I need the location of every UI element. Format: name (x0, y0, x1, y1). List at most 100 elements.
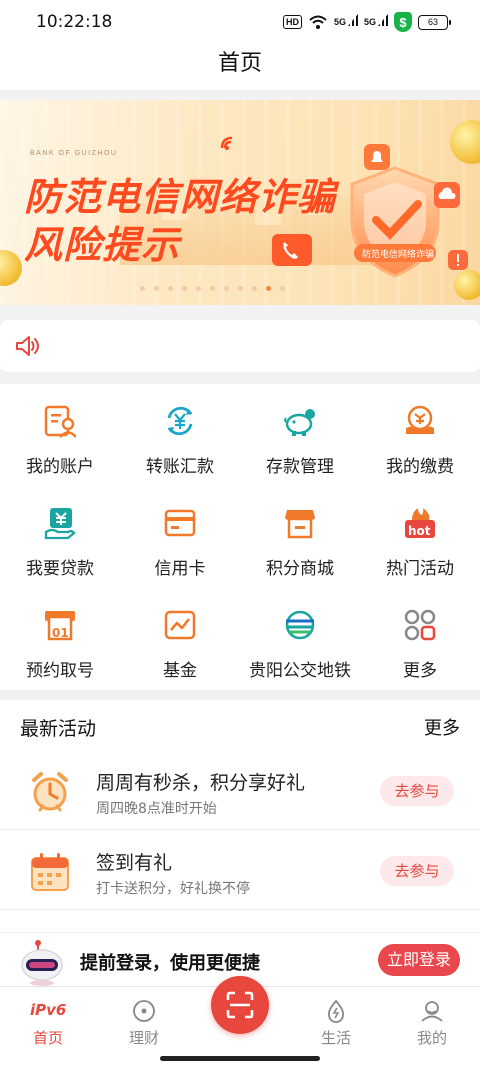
shield-ribbon-text: 防范电信网络诈骗 (362, 250, 435, 260)
profile-icon (421, 1001, 443, 1022)
more-grid-icon (404, 609, 436, 641)
pagination-dot[interactable] (224, 286, 229, 291)
pagination-dot[interactable] (140, 286, 145, 291)
coin-icon (454, 270, 480, 300)
transfer-icon (167, 406, 193, 436)
service-guiyang-transit[interactable]: 贵阳公交地铁 (240, 588, 360, 690)
pagination-dot[interactable] (238, 286, 243, 291)
page-title: 首页 (0, 44, 480, 90)
calendar-icon (31, 853, 69, 891)
pagination-dot[interactable] (168, 286, 173, 291)
service-hot-activities[interactable]: hot 热门活动 (360, 486, 480, 588)
service-my-payment[interactable]: 我的缴费 (360, 384, 480, 486)
banner-subheadline: 风险提示 (24, 223, 181, 267)
account-icon (44, 405, 76, 438)
life-icon (327, 999, 345, 1023)
activity-title: 周周有秒杀，积分享好礼 (96, 772, 306, 794)
service-deposit[interactable]: 存款管理 (240, 384, 360, 486)
status-bar: 10:22:18 HD 5G 5G $ 63 (0, 0, 480, 44)
join-activity-button[interactable]: 去参与 (380, 856, 454, 886)
activity-subtitle: 周四晚8点准时开始 (96, 801, 217, 817)
activity-subtitle: 打卡送积分，好礼换不停 (96, 881, 250, 897)
service-credit-card[interactable]: 信用卡 (120, 486, 240, 588)
section-title: 最新活动 (20, 718, 97, 740)
activity-item[interactable]: 签到有礼 打卡送积分，好礼换不停 去参与 (0, 830, 480, 910)
scan-button[interactable] (211, 976, 269, 1034)
tab-label: 生活 (320, 1029, 351, 1047)
service-fund[interactable]: 基金 (120, 588, 240, 690)
pagination-dot[interactable] (266, 286, 271, 291)
service-loan[interactable]: 我要贷款 (0, 486, 120, 588)
loan-icon (44, 508, 76, 540)
robot-mascot-icon[interactable] (18, 935, 70, 987)
service-label: 我的账户 (26, 457, 94, 477)
payment-icon (406, 405, 434, 434)
battery-icon: 63 (418, 14, 451, 30)
tab-label: 我的 (416, 1029, 447, 1047)
activity-title: 签到有礼 (96, 852, 173, 874)
wifi-icon (309, 15, 327, 29)
signal-5g-icon-1: 5G (334, 17, 358, 27)
pagination-dot[interactable] (280, 286, 285, 291)
pagination-dot[interactable] (182, 286, 187, 291)
pagination-dot[interactable] (252, 286, 257, 291)
banner-bank-name: BANK OF GUIZHOU (30, 150, 118, 157)
activities-more-link[interactable]: 更多 (424, 714, 460, 740)
promo-banner[interactable]: BANK OF GUIZHOU 防范电信网络诈骗 风险提示 防范电信网络诈骗 (0, 100, 480, 305)
service-label: 热门活动 (386, 559, 454, 579)
alarm-clock-icon (32, 772, 68, 812)
system-home-bar (0, 1050, 480, 1072)
service-label: 信用卡 (154, 559, 206, 579)
activity-item[interactable]: 周周有秒杀，积分享好礼 周四晚8点准时开始 去参与 (0, 750, 480, 830)
login-now-button[interactable]: 立即登录 (378, 944, 460, 976)
login-prompt-text: 提前登录，使用更便捷 (80, 953, 260, 974)
service-transfer[interactable]: 转账汇款 (120, 384, 240, 486)
pagination-dot[interactable] (196, 286, 201, 291)
tab-label: 理财 (128, 1029, 159, 1047)
scan-icon (226, 991, 254, 1019)
join-activity-button[interactable]: 去参与 (380, 776, 454, 806)
service-more[interactable]: 更多 (360, 588, 480, 690)
notice-bar[interactable] (0, 320, 480, 372)
service-label: 积分商城 (266, 559, 334, 579)
hd-icon: HD (282, 15, 302, 29)
tab-label: 首页 (32, 1029, 63, 1047)
status-time: 10:22:18 (36, 12, 113, 32)
wifi-signal-icon (220, 136, 233, 150)
banner-pagination (140, 286, 285, 291)
metro-icon (285, 610, 315, 640)
service-label: 更多 (403, 661, 437, 681)
hot-badge-text: hot (408, 524, 431, 538)
service-label: 转账汇款 (146, 457, 214, 477)
piggy-bank-icon (284, 409, 315, 436)
service-label: 贵阳公交地铁 (249, 661, 351, 681)
ipv6-home-icon: iPv6 (30, 1001, 67, 1019)
tab-life[interactable]: 生活 (288, 987, 384, 1051)
home-indicator[interactable] (160, 1056, 320, 1061)
banner-headline: 防范电信网络诈骗 (24, 175, 337, 219)
service-label: 存款管理 (266, 457, 334, 477)
cloud-upload-icon (434, 182, 460, 208)
service-points-mall[interactable]: 积分商城 (240, 486, 360, 588)
status-icons: HD 5G 5G $ 63 (282, 12, 451, 32)
alert-icon (448, 250, 468, 270)
signal-5g-icon-2: 5G (364, 17, 388, 27)
pagination-dot[interactable] (154, 286, 159, 291)
tab-profile[interactable]: 我的 (384, 987, 480, 1051)
service-label: 我的缴费 (386, 457, 454, 477)
security-shield-icon: $ (394, 12, 412, 32)
service-label: 预约取号 (26, 661, 94, 681)
wealth-icon (133, 1000, 155, 1022)
service-queue-ticket[interactable]: 01 预约取号 (0, 588, 120, 690)
tab-home[interactable]: iPv6 首页 (0, 987, 96, 1051)
fund-chart-icon (164, 610, 196, 640)
speaker-icon (16, 336, 39, 356)
shop-icon (285, 510, 315, 539)
tab-wealth[interactable]: 理财 (96, 987, 192, 1051)
credit-card-icon (164, 509, 196, 537)
service-label: 我要贷款 (26, 559, 94, 579)
pagination-dot[interactable] (210, 286, 215, 291)
services-grid: 我的账户 转账汇款 存款管理 我的缴费 我要贷款 信用卡 积分商城 hot 热门… (0, 384, 480, 690)
phone-call-icon (272, 234, 312, 266)
service-my-account[interactable]: 我的账户 (0, 384, 120, 486)
